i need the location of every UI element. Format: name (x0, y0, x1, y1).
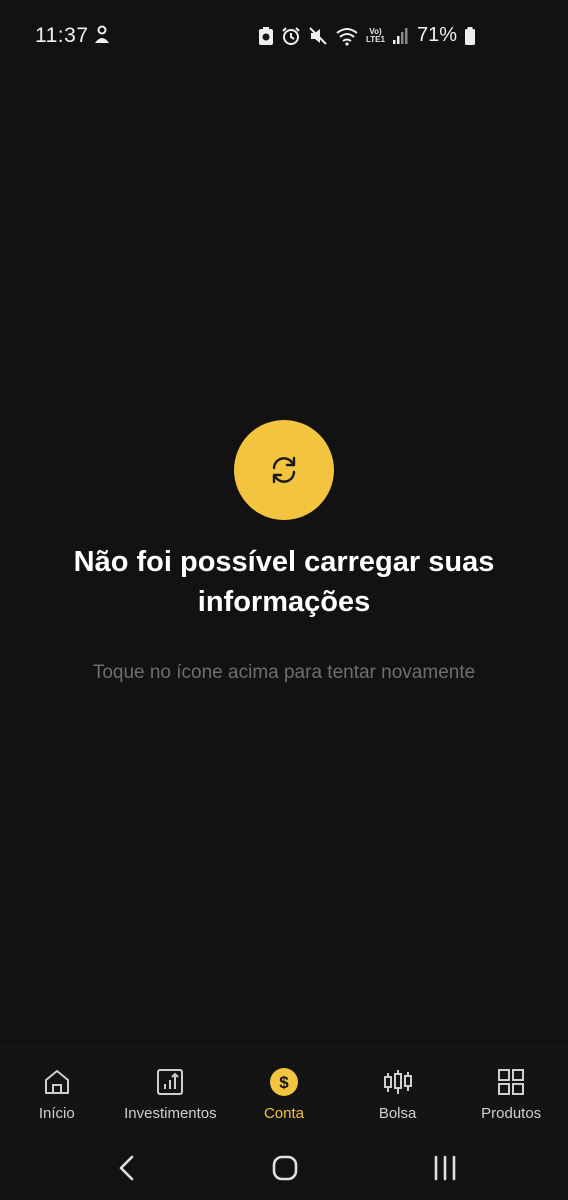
error-title: Não foi possível carregar suas informaçõ… (73, 546, 495, 618)
battery-icon (465, 26, 475, 45)
status-icons: Vo) LTE1 71% (258, 24, 476, 47)
nav-label-inicio: Início (38, 1105, 75, 1122)
wifi-icon (336, 27, 358, 46)
status-bar: 11:37 Vo) LTE1 71% (0, 0, 568, 72)
lte-icon: Vo) LTE1 (366, 27, 385, 44)
refresh-icon (272, 456, 296, 484)
nav-label-produtos: Produtos (481, 1105, 542, 1122)
notification-icon (93, 25, 111, 50)
error-subtitle: Toque no ícone acima para tentar novamen… (92, 662, 476, 683)
nav-label-investimentos: Investimentos (124, 1105, 217, 1122)
home-circle-icon[interactable] (271, 1154, 299, 1187)
grid-icon (496, 1067, 526, 1097)
nav-item-produtos[interactable]: Produtos (454, 1047, 568, 1137)
system-nav-bar (0, 1136, 568, 1200)
home-icon (42, 1067, 72, 1097)
mute-icon (309, 26, 327, 45)
nav-label-bolsa: Bolsa (378, 1105, 417, 1122)
retry-button[interactable] (234, 420, 334, 520)
nav-item-bolsa[interactable]: Bolsa (341, 1047, 455, 1137)
nav-item-investimentos[interactable]: Investimentos (114, 1047, 228, 1137)
battery-percent: 71% (416, 24, 457, 46)
error-state: Não foi possível carregar suas informaçõ… (0, 420, 568, 684)
chart-icon (155, 1067, 185, 1097)
nav-item-inicio[interactable]: Início (0, 1047, 114, 1137)
candlestick-icon (383, 1067, 413, 1097)
app-notification-icon (259, 26, 273, 45)
back-icon[interactable] (116, 1154, 138, 1187)
alarm-icon (282, 26, 300, 45)
nav-item-conta[interactable]: $ Conta (227, 1047, 341, 1137)
signal-icon (392, 27, 408, 44)
lte-label-bottom: LTE1 (366, 34, 385, 44)
svg-text:$: $ (279, 1073, 289, 1092)
bottom-nav: Início Investimentos $ Conta Bolsa Produ… (0, 1046, 568, 1137)
dollar-icon: $ (269, 1067, 299, 1097)
nav-label-conta: Conta (263, 1105, 304, 1122)
recent-apps-icon[interactable] (432, 1154, 458, 1187)
status-time: 11:37 (35, 24, 89, 47)
